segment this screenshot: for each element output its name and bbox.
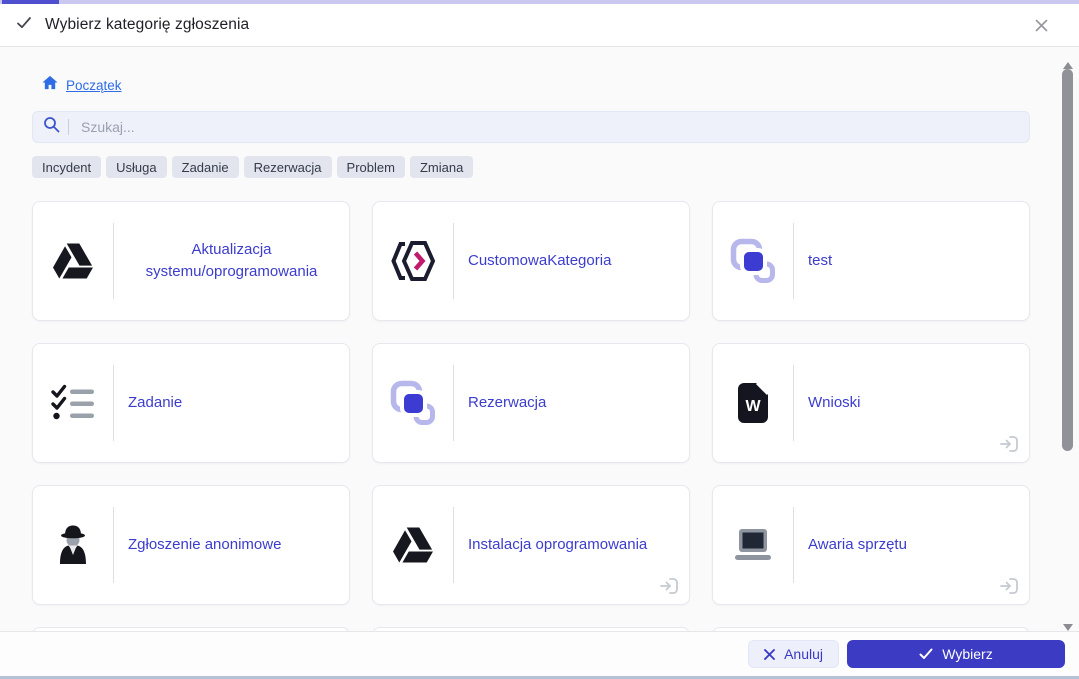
breadcrumb-home-link[interactable]: Początek (66, 78, 122, 93)
cancel-button[interactable]: Anuluj (748, 640, 839, 668)
modal-title: Wybierz kategorię zgłoszenia (45, 16, 250, 33)
modal-footer: Anuluj Wybierz (0, 631, 1079, 676)
filter-chip-usluga[interactable]: Usługa (106, 156, 167, 178)
search-input[interactable] (79, 118, 1019, 136)
screen: Wybierz kategorię zgłoszenia Początek Sz… (0, 0, 1079, 679)
category-label: test (808, 252, 833, 270)
background-page-top-bar (0, 0, 1079, 4)
modal-header: Wybierz kategorię zgłoszenia (0, 4, 1079, 47)
cancel-button-label: Anuluj (784, 646, 823, 662)
category-card-wnioski[interactable]: W Wnioski (712, 343, 1030, 463)
scrollbar-thumb[interactable] (1062, 69, 1073, 451)
overlapping-squares-icon (373, 380, 453, 426)
category-grid: Aktualizacja systemu/oprogramowania Cust… (32, 201, 1030, 631)
category-label: CustomowaKategoria (468, 252, 612, 270)
category-picker-modal: Wybierz kategorię zgłoszenia Początek Sz… (0, 4, 1079, 676)
category-card-instalacja-oprogramowania[interactable]: Instalacja oprogramowania (372, 485, 690, 605)
category-card-zgloszenie-anonimowe[interactable]: Zgłoszenie anonimowe (32, 485, 350, 605)
category-card-partial[interactable] (32, 627, 350, 631)
scrollbar (1061, 47, 1075, 631)
category-card-partial[interactable] (712, 627, 1030, 631)
modal-body: Początek Incydent Usługa Zadanie Rezerwa… (0, 47, 1079, 631)
enter-icon (659, 576, 679, 596)
google-drive-icon (33, 241, 113, 281)
code-hexagon-icon (373, 239, 453, 283)
enter-icon (999, 434, 1019, 454)
category-card-partial[interactable] (372, 627, 690, 631)
word-document-icon: W (713, 382, 793, 424)
filter-chip-rezerwacja[interactable]: Rezerwacja (243, 156, 332, 178)
category-label: Aktualizacja systemu/oprogramowania (145, 241, 318, 280)
category-card-customowakategoria[interactable]: CustomowaKategoria (372, 201, 690, 321)
filter-chip-problem[interactable]: Problem (336, 156, 405, 178)
category-label: Rezerwacja (468, 394, 547, 412)
spy-icon (33, 524, 113, 566)
filter-chip-zmiana[interactable]: Zmiana (409, 156, 474, 178)
search-divider (68, 119, 69, 135)
background-active-tab-segment (2, 0, 59, 4)
laptop-icon (713, 527, 793, 563)
google-drive-icon (373, 525, 453, 565)
x-icon (764, 648, 776, 660)
search-icon (43, 116, 60, 138)
scrollbar-down-arrow-icon[interactable] (1063, 618, 1073, 631)
enter-icon (999, 576, 1019, 596)
category-label: Zgłoszenie anonimowe (128, 536, 282, 554)
category-card-rezerwacja[interactable]: Rezerwacja (372, 343, 690, 463)
confirm-button[interactable]: Wybierz (847, 640, 1065, 668)
breadcrumb: Początek (32, 75, 1030, 95)
overlapping-squares-icon (713, 238, 793, 284)
svg-text:W: W (745, 398, 761, 415)
confirm-button-label: Wybierz (942, 646, 993, 662)
filter-chip-incydent[interactable]: Incydent (32, 156, 102, 178)
category-card-aktualizacja-systemu[interactable]: Aktualizacja systemu/oprogramowania (32, 201, 350, 321)
close-icon[interactable] (1029, 13, 1053, 37)
category-label: Instalacja oprogramowania (468, 536, 648, 554)
check-icon (919, 648, 933, 659)
category-label: Zadanie (128, 394, 183, 412)
category-label: Wnioski (808, 394, 861, 412)
checklist-icon (33, 384, 113, 422)
category-label: Awaria sprzętu (808, 536, 907, 554)
filter-chips: Incydent Usługa Zadanie Rezerwacja Probl… (32, 156, 1030, 178)
check-icon (16, 15, 32, 35)
category-card-zadanie[interactable]: Zadanie (32, 343, 350, 463)
filter-chip-zadanie[interactable]: Zadanie (171, 156, 239, 178)
search-box[interactable] (32, 111, 1030, 143)
category-card-test[interactable]: test (712, 201, 1030, 321)
scrollbar-up-arrow-icon[interactable] (1063, 56, 1073, 69)
home-icon (42, 75, 58, 95)
category-card-awaria-sprzetu[interactable]: Awaria sprzętu (712, 485, 1030, 605)
